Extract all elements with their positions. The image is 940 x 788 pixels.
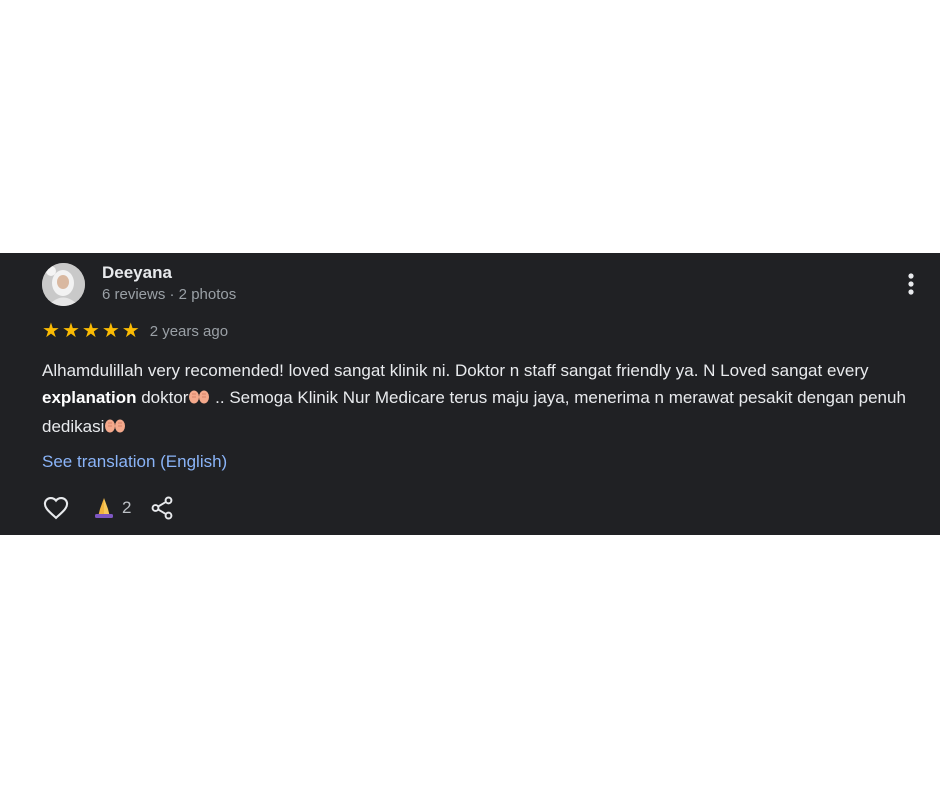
review-actions: 2 [42,494,175,522]
review-card: Deeyana 6 reviews · 2 photos ★ ★ ★ ★ ★ 2… [0,253,940,535]
rating-row: ★ ★ ★ ★ ★ 2 years ago [42,320,228,342]
more-vert-icon [908,273,914,295]
review-text-part2: doktor [136,388,189,407]
reviewer-name[interactable]: Deeyana [102,263,172,283]
reaction-button[interactable]: 2 [92,497,131,519]
review-date: 2 years ago [149,322,229,340]
folded-hands-icon [95,498,113,518]
avatar[interactable] [42,263,85,306]
like-button[interactable] [42,494,70,522]
see-translation-link[interactable]: See translation (English) [42,452,227,472]
more-options-button[interactable] [900,271,922,297]
star-icon: ★ [81,320,100,342]
star-icon: ★ [121,320,140,342]
share-button[interactable] [149,495,175,521]
heart-outline-icon [43,497,69,520]
open-hands-icon [188,386,210,413]
review-text: Alhamdulillah very recomended! loved san… [42,357,922,442]
share-icon [152,496,173,520]
open-hands-icon [104,415,126,442]
star-rating: ★ ★ ★ ★ ★ [42,321,140,341]
star-icon: ★ [101,320,120,342]
star-icon: ★ [42,320,60,342]
review-text-bold: explanation [42,388,137,407]
reaction-count: 2 [122,498,132,517]
review-text-part1: Alhamdulillah very recomended! loved san… [42,361,869,380]
star-icon: ★ [61,320,80,342]
reviewer-meta: 6 reviews · 2 photos [102,286,237,303]
